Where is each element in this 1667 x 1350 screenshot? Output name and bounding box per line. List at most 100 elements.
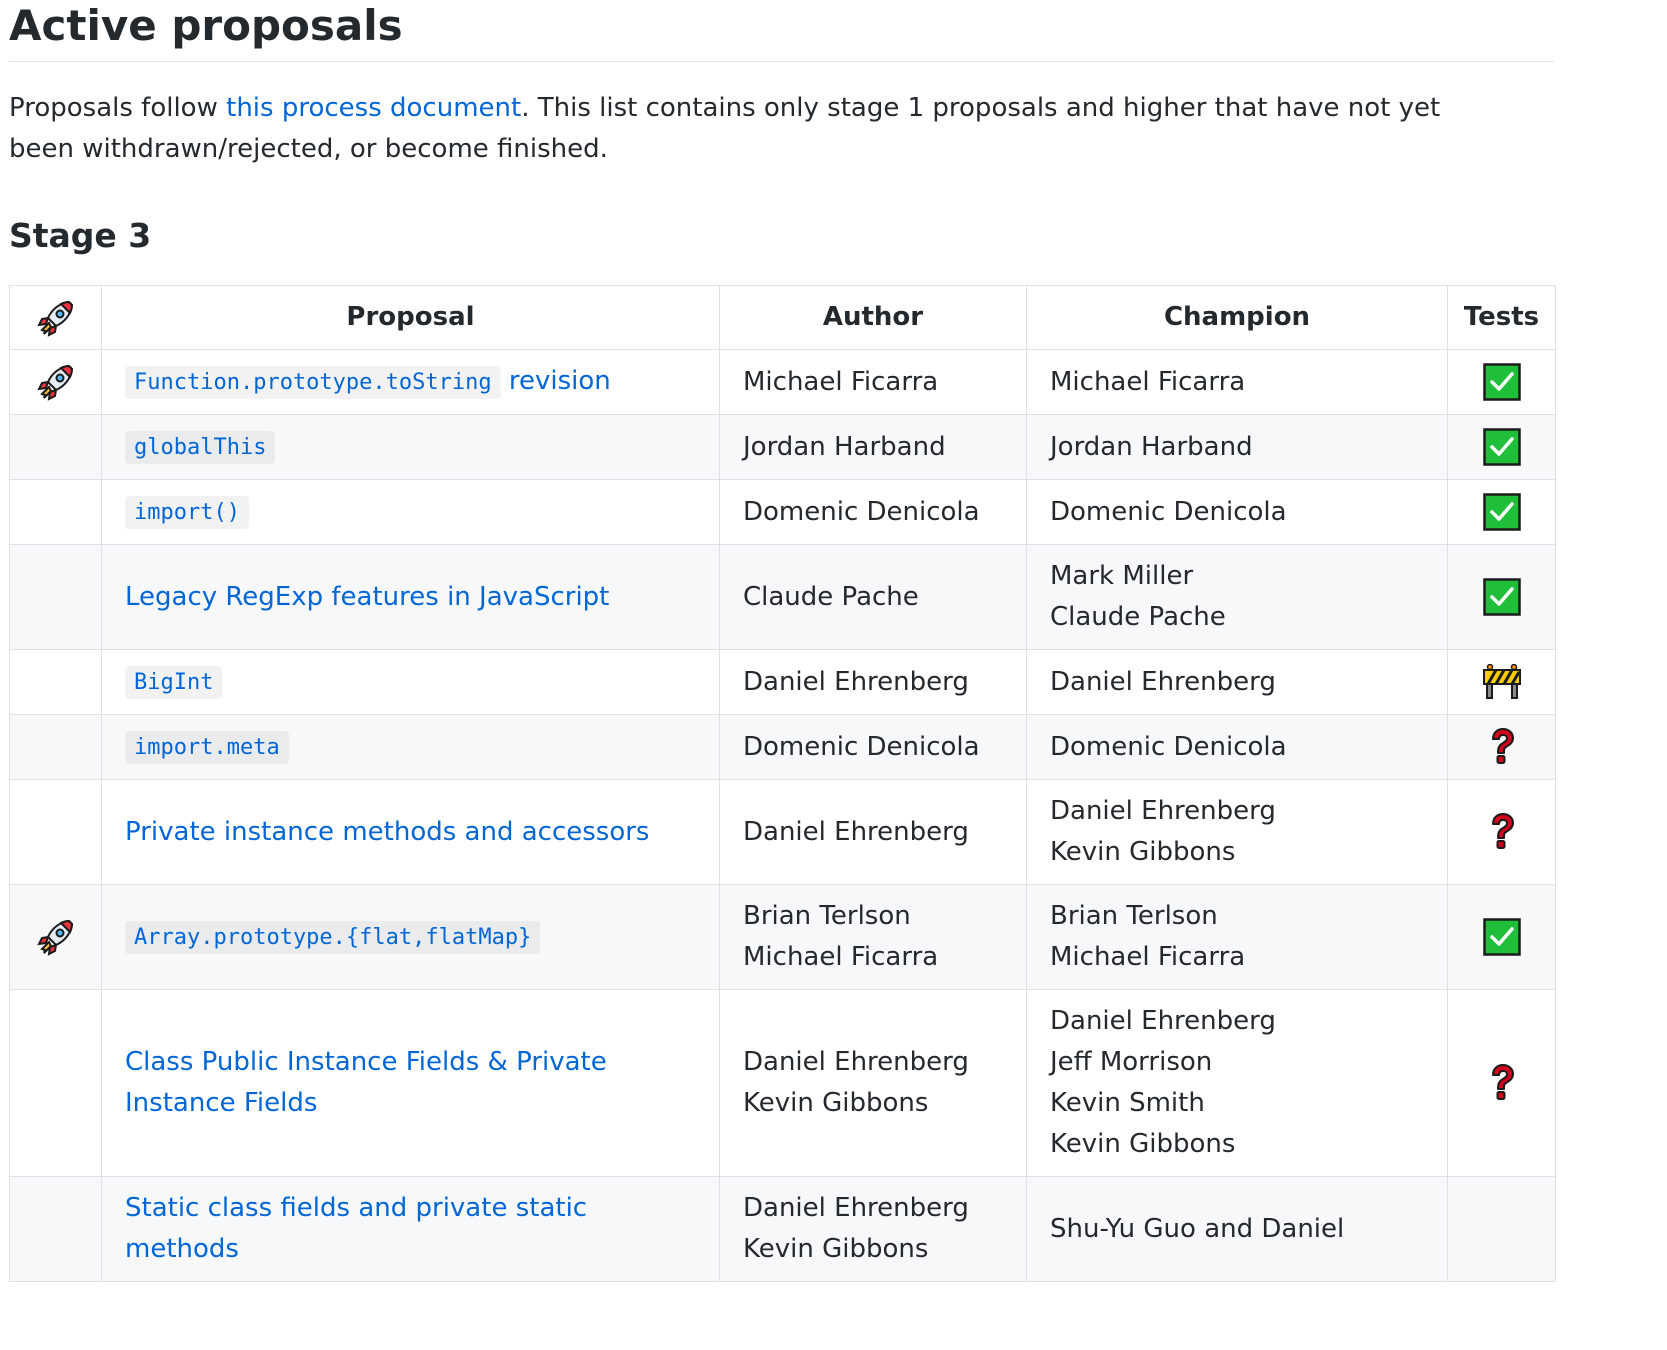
table-row: Class Public Instance Fields & Private I… — [9, 989, 1556, 1177]
proposal-link[interactable]: Legacy RegExp features in JavaScript — [125, 582, 609, 612]
proposal-cell: Static class fields and private static m… — [101, 1176, 720, 1282]
proposal-code-link[interactable]: import() — [125, 496, 249, 529]
proposal-link[interactable]: Class Public Instance Fields & Private I… — [125, 1047, 607, 1118]
rocket-cell — [9, 779, 102, 885]
question-mark-icon — [1487, 728, 1517, 764]
champion-name: Domenic Denicola — [1050, 496, 1287, 527]
proposal-cell: import.meta — [101, 714, 720, 780]
author-name: Daniel Ehrenberg — [743, 1193, 969, 1223]
proposal-cell: globalThis — [101, 414, 720, 480]
proposal-cell: Array.prototype.{flat,flatMap} — [101, 884, 720, 990]
champion-cell: Shu-Yu Guo and Daniel — [1026, 1176, 1448, 1282]
check-mark-icon — [1482, 578, 1521, 616]
author-cell: Daniel Ehrenberg Kevin Gibbons — [719, 989, 1027, 1177]
process-document-link[interactable]: this process document — [226, 93, 521, 123]
question-mark-icon — [1487, 1064, 1517, 1100]
rocket-cell — [9, 884, 102, 990]
champion-cell: Mark Miller Claude Pache — [1026, 544, 1448, 650]
champion-cell: Daniel Ehrenberg Jeff Morrison Kevin Smith… — [1026, 989, 1448, 1177]
header-champion: Champion — [1026, 285, 1448, 350]
header-proposal: Proposal — [101, 285, 720, 350]
champion-name: Brian Terlson — [1050, 901, 1218, 931]
author-cell: Daniel Ehrenberg — [719, 649, 1027, 715]
author-name: Claude Pache — [743, 581, 919, 612]
tests-cell — [1447, 1176, 1556, 1282]
proposal-link[interactable]: Static class fields and private static m… — [125, 1193, 587, 1264]
proposal-link[interactable]: revision — [509, 366, 611, 396]
champion-cell: Michael Ficarra — [1026, 349, 1448, 415]
author-name: Michael Ficarra — [743, 942, 939, 972]
proposal-cell: Private instance methods and accessors — [101, 779, 720, 885]
check-mark-icon — [1482, 493, 1521, 531]
table-row: Array.prototype.{flat,flatMap} Brian Terl… — [9, 884, 1556, 990]
page-title: Active proposals — [9, 1, 403, 50]
proposal-code: Array.prototype.{flat,flatMap} — [125, 921, 541, 954]
proposal-code-link[interactable]: import.meta — [125, 731, 289, 764]
rocket-cell — [9, 414, 102, 480]
champion-cell: Daniel Ehrenberg — [1026, 649, 1448, 715]
champion-name: Kevin Gibbons — [1050, 837, 1236, 867]
table-row: import.meta Domenic Denicola Domenic Denic… — [9, 714, 1556, 780]
author-cell: Domenic Denicola — [719, 479, 1027, 545]
check-mark-icon — [1482, 428, 1521, 466]
tests-cell — [1447, 884, 1556, 990]
header-author: Author — [719, 285, 1027, 350]
author-name: Kevin Gibbons — [743, 1234, 929, 1264]
table-row: Legacy RegExp features in JavaScript Clau… — [9, 544, 1556, 650]
author-cell: Jordan Harband — [719, 414, 1027, 480]
table-row: globalThis Jordan Harband Jordan Harband — [9, 414, 1556, 480]
champion-name: Daniel Ehrenberg — [1050, 1006, 1276, 1036]
champion-name: Shu-Yu Guo and Daniel — [1050, 1213, 1345, 1244]
proposal-cell: Legacy RegExp features in JavaScript — [101, 544, 720, 650]
author-name: Daniel Ehrenberg — [743, 666, 969, 697]
proposals-table: Proposal Author Champion Tests Function.… — [9, 285, 1556, 1282]
intro-paragraph: Proposals follow this process document. … — [9, 88, 1509, 170]
proposal-code: Function.prototype.toString — [125, 366, 501, 399]
table-row: BigInt Daniel Ehrenberg Daniel Ehrenberg — [9, 649, 1556, 715]
rocket-cell — [9, 714, 102, 780]
proposal-cell: Function.prototype.toString revision — [101, 349, 720, 415]
author-name: Brian Terlson — [743, 901, 911, 931]
champion-cell: Jordan Harband — [1026, 414, 1448, 480]
author-cell: Domenic Denicola — [719, 714, 1027, 780]
proposal-code-link[interactable]: globalThis — [125, 431, 276, 464]
tests-cell — [1447, 779, 1556, 885]
rocket-icon — [36, 364, 76, 401]
table-row: Private instance methods and accessors Da… — [9, 779, 1556, 885]
author-cell: Brian Terlson Michael Ficarra — [719, 884, 1027, 990]
author-name: Domenic Denicola — [743, 731, 980, 762]
author-name: Daniel Ehrenberg — [743, 816, 969, 847]
champion-name: Daniel Ehrenberg — [1050, 796, 1276, 826]
author-cell: Michael Ficarra — [719, 349, 1027, 415]
tests-cell — [1447, 349, 1556, 415]
proposal-code: globalThis — [125, 431, 276, 464]
stage-heading: Stage 3 — [9, 216, 152, 255]
proposal-code-link[interactable]: Array.prototype.{flat,flatMap} — [125, 921, 541, 954]
champion-cell: Domenic Denicola — [1026, 714, 1448, 780]
proposal-cell: import() — [101, 479, 720, 545]
tests-cell — [1447, 544, 1556, 650]
champion-name: Daniel Ehrenberg — [1050, 666, 1276, 697]
champion-cell: Daniel Ehrenberg Kevin Gibbons — [1026, 779, 1448, 885]
table-row: Static class fields and private static m… — [9, 1176, 1556, 1282]
proposal-code-link[interactable]: Function.prototype.toString — [125, 366, 501, 399]
champion-name: Kevin Gibbons — [1050, 1129, 1236, 1159]
proposal-code-link[interactable]: BigInt — [125, 666, 223, 699]
champion-name: Kevin Smith — [1050, 1088, 1205, 1118]
construction-icon — [1482, 664, 1522, 699]
champion-name: Jordan Harband — [1050, 431, 1253, 462]
rocket-cell — [9, 349, 102, 415]
rocket-cell — [9, 479, 102, 545]
author-name: Daniel Ehrenberg — [743, 1047, 969, 1077]
champion-name: Michael Ficarra — [1050, 942, 1246, 972]
table-header-row: Proposal Author Champion Tests — [9, 285, 1556, 350]
header-tests: Tests — [1447, 285, 1556, 350]
champion-name: Claude Pache — [1050, 602, 1226, 632]
proposal-link[interactable]: Private instance methods and accessors — [125, 817, 649, 847]
author-cell: Claude Pache — [719, 544, 1027, 650]
rocket-cell — [9, 989, 102, 1177]
champion-name: Mark Miller — [1050, 561, 1194, 591]
champion-name: Michael Ficarra — [1050, 366, 1246, 397]
table-row: import() Domenic Denicola Domenic Denicola — [9, 479, 1556, 545]
page: Active proposals Proposals follow this p… — [0, 0, 1667, 1350]
